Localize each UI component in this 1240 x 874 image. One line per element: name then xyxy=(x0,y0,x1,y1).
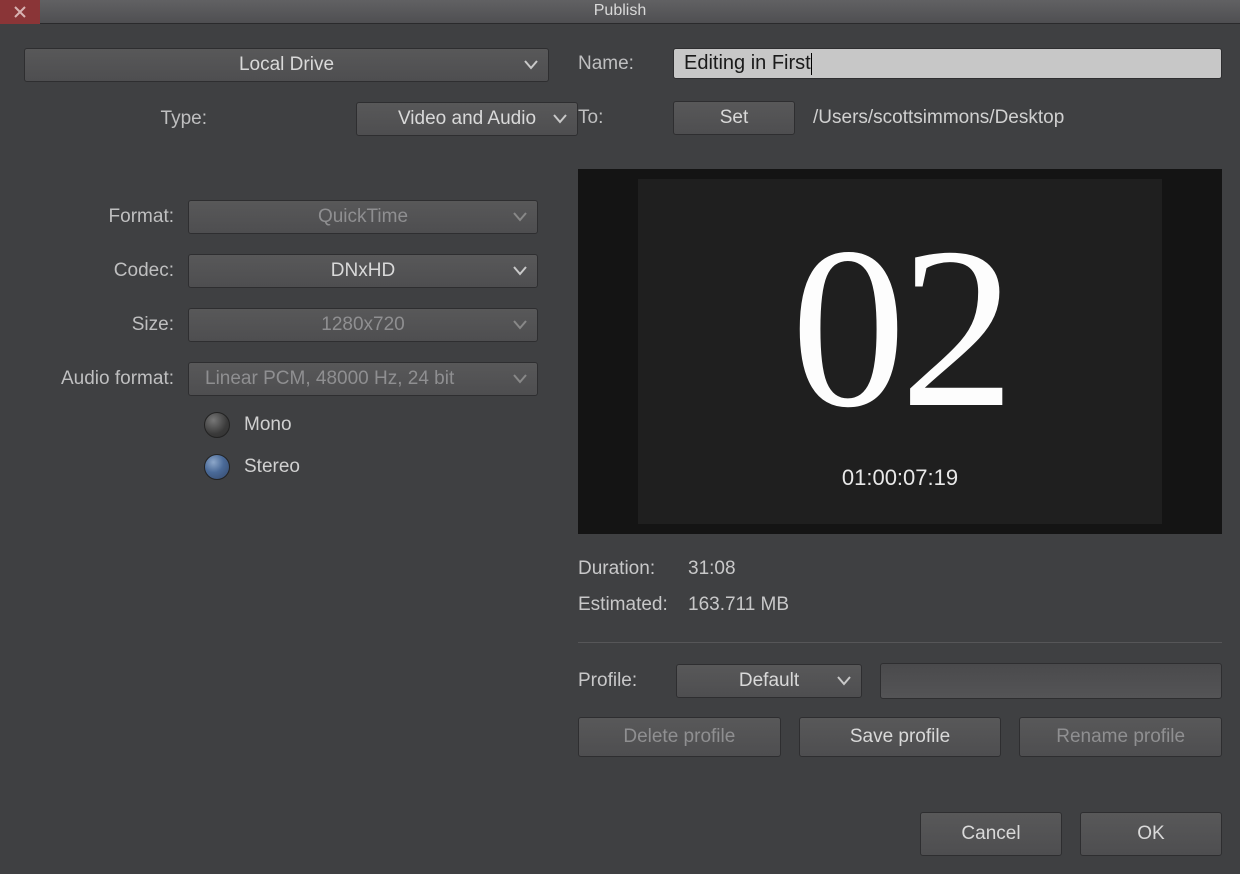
radio-mono[interactable]: Mono xyxy=(204,412,578,438)
window-close-button[interactable] xyxy=(0,0,40,24)
close-icon xyxy=(13,5,27,19)
size-dropdown-value: 1280x720 xyxy=(321,314,404,336)
codec-dropdown-value: DNxHD xyxy=(331,260,395,282)
divider xyxy=(578,642,1222,643)
size-dropdown[interactable]: 1280x720 xyxy=(188,308,538,342)
ok-button[interactable]: OK xyxy=(1080,812,1222,856)
type-label: Type: xyxy=(18,108,221,130)
codec-label: Codec: xyxy=(18,260,188,282)
radio-mono-label: Mono xyxy=(244,414,292,436)
name-label: Name: xyxy=(578,53,673,75)
size-label: Size: xyxy=(18,314,188,336)
name-input-value: Editing in First xyxy=(684,52,811,75)
preview-timecode: 01:00:07:19 xyxy=(842,465,958,491)
estimated-label: Estimated: xyxy=(578,594,688,616)
radio-mono-icon xyxy=(204,412,230,438)
profile-label: Profile: xyxy=(578,670,676,692)
set-path-button[interactable]: Set xyxy=(673,101,795,135)
duration-value: 31:08 xyxy=(688,558,736,580)
preview-countdown-number: 02 xyxy=(791,213,1009,443)
delete-profile-button[interactable]: Delete profile xyxy=(578,717,781,757)
format-label: Format: xyxy=(18,206,188,228)
chevron-down-icon xyxy=(513,266,527,276)
profile-dropdown-value: Default xyxy=(739,670,799,692)
rename-profile-button-label: Rename profile xyxy=(1056,726,1185,748)
cancel-button[interactable]: Cancel xyxy=(920,812,1062,856)
chevron-down-icon xyxy=(553,114,567,124)
audio-format-dropdown-value: Linear PCM, 48000 Hz, 24 bit xyxy=(205,368,454,390)
type-dropdown[interactable]: Video and Audio xyxy=(356,102,578,136)
chevron-down-icon xyxy=(524,60,538,70)
delete-profile-button-label: Delete profile xyxy=(623,726,735,748)
output-path: /Users/scottsimmons/Desktop xyxy=(813,107,1064,129)
cancel-button-label: Cancel xyxy=(961,823,1020,845)
format-dropdown[interactable]: QuickTime xyxy=(188,200,538,234)
preview-frame: 02 01:00:07:19 xyxy=(638,179,1162,524)
chevron-down-icon xyxy=(513,212,527,222)
profile-name-field[interactable] xyxy=(880,663,1222,699)
text-caret xyxy=(811,53,812,75)
radio-stereo[interactable]: Stereo xyxy=(204,454,578,480)
to-label: To: xyxy=(578,107,673,129)
destination-dropdown[interactable]: Local Drive xyxy=(24,48,549,82)
ok-button-label: OK xyxy=(1137,823,1164,845)
chevron-down-icon xyxy=(513,374,527,384)
save-profile-button-label: Save profile xyxy=(850,726,950,748)
preview-area: 02 01:00:07:19 xyxy=(578,169,1222,534)
window-title: Publish xyxy=(594,2,646,19)
codec-dropdown[interactable]: DNxHD xyxy=(188,254,538,288)
profile-dropdown[interactable]: Default xyxy=(676,664,862,698)
destination-dropdown-label: Local Drive xyxy=(239,54,334,76)
rename-profile-button[interactable]: Rename profile xyxy=(1019,717,1222,757)
radio-stereo-icon xyxy=(204,454,230,480)
set-path-button-label: Set xyxy=(720,107,749,129)
type-dropdown-value: Video and Audio xyxy=(398,108,536,130)
duration-label: Duration: xyxy=(578,558,688,580)
save-profile-button[interactable]: Save profile xyxy=(799,717,1002,757)
estimated-value: 163.711 MB xyxy=(688,594,789,616)
audio-format-dropdown[interactable]: Linear PCM, 48000 Hz, 24 bit xyxy=(188,362,538,396)
titlebar: Publish xyxy=(0,0,1240,24)
name-input[interactable]: Editing in First xyxy=(673,48,1222,79)
radio-stereo-label: Stereo xyxy=(244,456,300,478)
format-dropdown-value: QuickTime xyxy=(318,206,408,228)
chevron-down-icon xyxy=(837,676,851,686)
audio-format-label: Audio format: xyxy=(18,368,188,390)
chevron-down-icon xyxy=(513,320,527,330)
